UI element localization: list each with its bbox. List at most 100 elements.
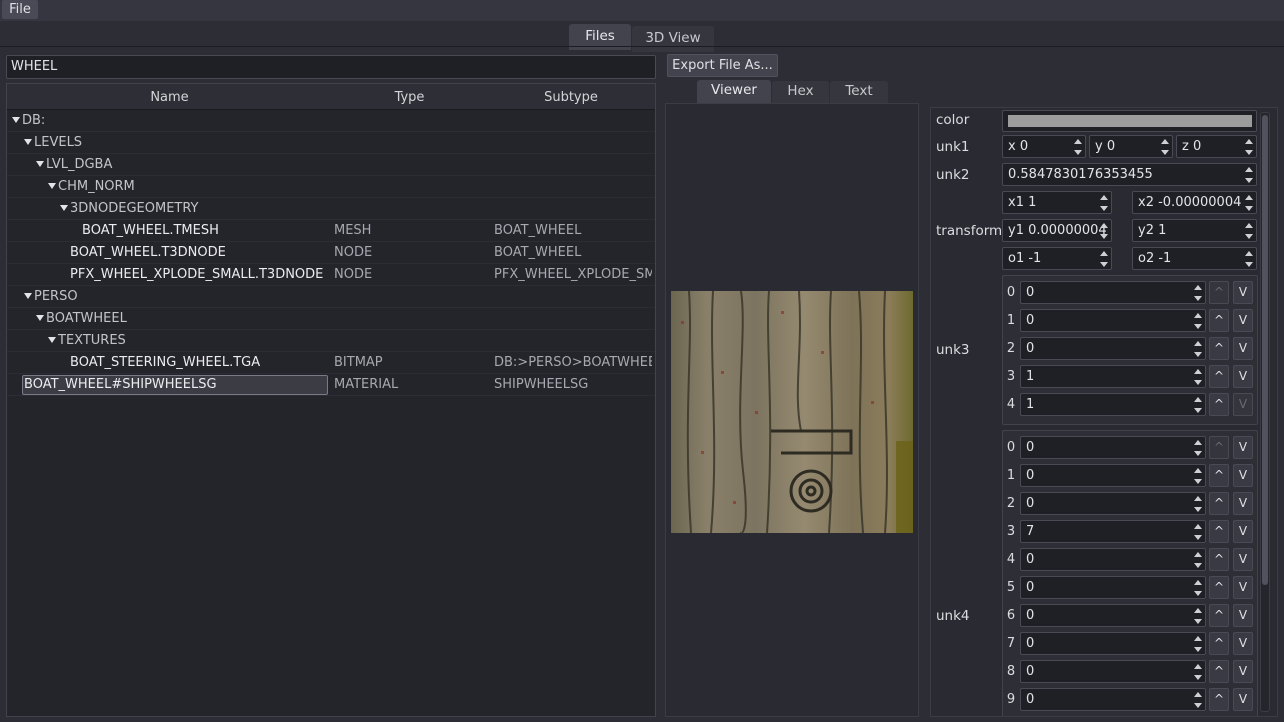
tree-row[interactable]: TEXTURES [7, 330, 655, 352]
move-up-button[interactable]: ^ [1209, 660, 1229, 683]
spin-arrows-icon[interactable] [1194, 636, 1202, 652]
unk2-spinbox[interactable]: 0.5847830176353455 [1002, 163, 1257, 186]
spin-arrows-icon[interactable] [1194, 440, 1202, 456]
list-value-spinbox[interactable]: 0 [1020, 660, 1206, 683]
spin-arrows-icon[interactable] [1194, 552, 1202, 568]
spin-arrows-icon[interactable] [1194, 285, 1202, 301]
list-value-spinbox[interactable]: 0 [1020, 464, 1206, 487]
export-file-button[interactable]: Export File As... [667, 54, 778, 77]
move-up-button[interactable]: ^ [1209, 688, 1229, 711]
tree-row[interactable]: BOAT_STEERING_WHEEL.TGA BITMAP DB:>PERSO>B… [7, 352, 655, 374]
transform-x2-spinbox[interactable]: x2 -0.00000004 [1132, 191, 1257, 214]
tree-row[interactable]: BOAT_WHEEL#SHIPWHEELSG MATERIAL SHIPWHEELS… [7, 374, 655, 396]
transform-y2-spinbox[interactable]: y2 1 [1132, 219, 1257, 242]
spin-arrows-icon[interactable] [1194, 580, 1202, 596]
list-value-spinbox[interactable]: 1 [1020, 365, 1206, 388]
list-value-spinbox[interactable]: 0 [1020, 688, 1206, 711]
move-down-button[interactable]: V [1233, 464, 1253, 487]
expand-triangle-icon[interactable] [24, 138, 32, 145]
tree-row[interactable]: 3DNODEGEOMETRY [7, 198, 655, 220]
column-header-type[interactable]: Type [332, 84, 487, 110]
properties-scrollbar[interactable] [1260, 112, 1270, 712]
expand-triangle-icon[interactable] [24, 292, 32, 299]
move-down-button[interactable]: V [1233, 520, 1253, 543]
move-down-button[interactable]: V [1233, 281, 1253, 304]
unk1-x-spinbox[interactable]: x 0 [1002, 135, 1086, 158]
spin-arrows-icon[interactable] [1245, 195, 1253, 211]
unk1-y-spinbox[interactable]: y 0 [1089, 135, 1173, 158]
spin-arrows-icon[interactable] [1245, 139, 1253, 155]
tree-row[interactable]: PERSO [7, 286, 655, 308]
list-value-spinbox[interactable]: 1 [1020, 393, 1206, 416]
tree-row[interactable]: BOATWHEEL [7, 308, 655, 330]
spin-arrows-icon[interactable] [1194, 608, 1202, 624]
move-up-button[interactable]: ^ [1209, 281, 1229, 304]
move-up-button[interactable]: ^ [1209, 576, 1229, 599]
spin-arrows-icon[interactable] [1194, 341, 1202, 357]
scrollbar-thumb[interactable] [1262, 115, 1268, 585]
move-down-button[interactable]: V [1233, 492, 1253, 515]
tab-viewer[interactable]: Viewer [697, 80, 771, 103]
move-down-button[interactable]: V [1233, 576, 1253, 599]
color-swatch-button[interactable] [1002, 110, 1257, 132]
move-down-button[interactable]: V [1233, 309, 1253, 332]
move-up-button[interactable]: ^ [1209, 520, 1229, 543]
move-down-button[interactable]: V [1233, 393, 1253, 416]
spin-arrows-icon[interactable] [1194, 524, 1202, 540]
move-up-button[interactable]: ^ [1209, 337, 1229, 360]
spin-arrows-icon[interactable] [1100, 195, 1108, 211]
move-up-button[interactable]: ^ [1209, 436, 1229, 459]
expand-triangle-icon[interactable] [36, 314, 44, 321]
tree-row[interactable]: PFX_WHEEL_XPLODE_SMALL.T3DNODE NODE PFX_WH… [7, 264, 655, 286]
move-down-button[interactable]: V [1233, 436, 1253, 459]
move-up-button[interactable]: ^ [1209, 464, 1229, 487]
search-input[interactable]: WHEEL [6, 55, 656, 79]
list-value-spinbox[interactable]: 0 [1020, 576, 1206, 599]
move-up-button[interactable]: ^ [1209, 548, 1229, 571]
tree-row[interactable]: DB: [7, 110, 655, 132]
expand-triangle-icon[interactable] [60, 204, 68, 211]
move-down-button[interactable]: V [1233, 688, 1253, 711]
list-value-spinbox[interactable]: 0 [1020, 632, 1206, 655]
transform-x1-spinbox[interactable]: x1 1 [1002, 191, 1112, 214]
column-header-name[interactable]: Name [7, 84, 332, 110]
spin-arrows-icon[interactable] [1194, 369, 1202, 385]
move-down-button[interactable]: V [1233, 660, 1253, 683]
expand-triangle-icon[interactable] [48, 336, 56, 343]
list-value-spinbox[interactable]: 0 [1020, 337, 1206, 360]
spin-arrows-icon[interactable] [1074, 139, 1082, 155]
move-down-button[interactable]: V [1233, 337, 1253, 360]
move-down-button[interactable]: V [1233, 365, 1253, 388]
list-value-spinbox[interactable]: 0 [1020, 281, 1206, 304]
spin-arrows-icon[interactable] [1100, 251, 1108, 267]
file-tree[interactable]: Name Type Subtype DB: LEVELS LVL_DGBA CHM_N… [6, 83, 656, 717]
tab-3d-view[interactable]: 3D View [632, 26, 714, 52]
list-value-spinbox[interactable]: 0 [1020, 548, 1206, 571]
move-up-button[interactable]: ^ [1209, 632, 1229, 655]
spin-arrows-icon[interactable] [1194, 468, 1202, 484]
spin-arrows-icon[interactable] [1245, 223, 1253, 239]
spin-arrows-icon[interactable] [1194, 496, 1202, 512]
transform-y1-spinbox[interactable]: y1 0.00000004 [1002, 219, 1112, 242]
expand-triangle-icon[interactable] [12, 116, 20, 123]
tree-row[interactable]: CHM_NORM [7, 176, 655, 198]
move-up-button[interactable]: ^ [1209, 492, 1229, 515]
tree-row[interactable]: BOAT_WHEEL.TMESH MESH BOAT_WHEEL [7, 220, 655, 242]
spin-arrows-icon[interactable] [1194, 664, 1202, 680]
unk1-z-spinbox[interactable]: z 0 [1176, 135, 1257, 158]
list-value-spinbox[interactable]: 0 [1020, 309, 1206, 332]
list-value-spinbox[interactable]: 0 [1020, 436, 1206, 459]
file-menu[interactable]: File [2, 0, 38, 19]
spin-arrows-icon[interactable] [1100, 223, 1108, 239]
spin-arrows-icon[interactable] [1194, 692, 1202, 708]
move-down-button[interactable]: V [1233, 604, 1253, 627]
transform-o2-spinbox[interactable]: o2 -1 [1132, 247, 1257, 270]
spin-arrows-icon[interactable] [1194, 313, 1202, 329]
list-value-spinbox[interactable]: 0 [1020, 604, 1206, 627]
spin-arrows-icon[interactable] [1161, 139, 1169, 155]
list-value-spinbox[interactable]: 0 [1020, 492, 1206, 515]
tree-row[interactable]: LEVELS [7, 132, 655, 154]
transform-o1-spinbox[interactable]: o1 -1 [1002, 247, 1112, 270]
tab-text[interactable]: Text [830, 81, 888, 103]
spin-arrows-icon[interactable] [1194, 397, 1202, 413]
